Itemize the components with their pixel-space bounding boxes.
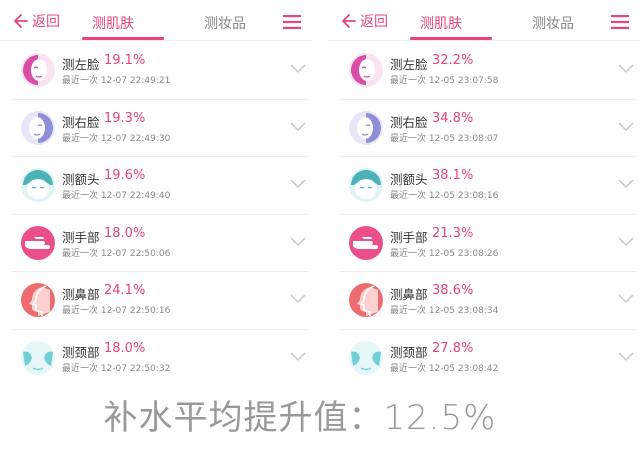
item-title: 测左脸: [390, 57, 428, 72]
right-face-icon: [349, 110, 383, 145]
item-percent: 32.2%: [432, 53, 474, 68]
list-item-hand[interactable]: 测手部 21.3% 最近一次 12-05 23:08:26: [340, 215, 636, 272]
tab-skin-test[interactable]: 测肌肤: [92, 13, 134, 33]
hand-icon: [349, 225, 383, 260]
item-timestamp: 最近一次 12-07 22:50:16: [62, 306, 171, 316]
nose-icon: [21, 283, 55, 317]
left-face-icon: [349, 53, 383, 87]
neck-icon: [21, 340, 55, 375]
item-timestamp: 最近一次 12-05 23:07:58: [390, 76, 499, 86]
hydration-summary-caption: 补水平均提升值：12.5%: [103, 398, 497, 438]
left-face-icon: [21, 53, 55, 87]
item-title: 测颈部: [62, 344, 100, 360]
tab-skin-test[interactable]: 测肌肤: [420, 13, 462, 33]
item-percent: 24.1%: [104, 283, 146, 298]
list-item-right-face[interactable]: 测右脸 19.3% 最近一次 12-07 22:49:30: [12, 100, 308, 157]
chevron-down-icon[interactable]: [290, 294, 306, 304]
item-timestamp: 最近一次 12-05 23:08:42: [390, 363, 499, 374]
item-timestamp: 最近一次 12-07 22:49:30: [62, 133, 171, 144]
item-title: 测左脸: [62, 57, 100, 72]
back-arrow-icon: [342, 14, 356, 28]
menu-icon[interactable]: [283, 15, 301, 29]
chevron-down-icon[interactable]: [290, 351, 306, 362]
item-timestamp: 最近一次 12-07 22:49:21: [62, 76, 171, 86]
item-timestamp: 最近一次 12-05 23:08:07: [390, 133, 499, 144]
panel-right: 返回 测肌肤 测妆品 测左脸 32.2% 最近一次 12-05 23:07:58…: [328, 0, 640, 380]
list-item-right-face[interactable]: 测右脸 34.8% 最近一次 12-05 23:08:07: [340, 100, 636, 157]
item-timestamp: 最近一次 12-07 22:49:40: [62, 191, 171, 201]
item-percent: 21.3%: [432, 225, 474, 241]
list-item-forehead[interactable]: 测额头 38.1% 最近一次 12-05 23:08:16: [340, 157, 636, 215]
item-percent: 27.8%: [432, 340, 474, 356]
item-title: 测手部: [62, 229, 100, 245]
chevron-down-icon[interactable]: [290, 121, 306, 132]
chevron-down-icon[interactable]: [618, 179, 634, 189]
hand-icon: [21, 225, 55, 260]
chevron-down-icon[interactable]: [618, 351, 634, 362]
item-percent: 18.0%: [104, 340, 146, 356]
item-title: 测颈部: [390, 344, 428, 360]
list-item-left-face[interactable]: 测左脸 19.1% 最近一次 12-07 22:49:21: [12, 42, 308, 100]
item-timestamp: 最近一次 12-05 23:08:26: [390, 248, 499, 259]
measure-list: 测左脸 32.2% 最近一次 12-05 23:07:58 测右脸 34.8% …: [340, 42, 636, 387]
list-item-left-face[interactable]: 测左脸 32.2% 最近一次 12-05 23:07:58: [340, 42, 636, 100]
list-item-nose[interactable]: 测鼻部 24.1% 最近一次 12-07 22:50:16: [12, 272, 308, 330]
chevron-down-icon[interactable]: [618, 236, 634, 247]
list-item-neck[interactable]: 测颈部 18.0% 最近一次 12-07 22:50:32: [12, 330, 308, 388]
item-title: 测额头: [390, 172, 428, 187]
item-percent: 38.1%: [432, 168, 474, 183]
item-percent: 19.3%: [104, 110, 146, 126]
list-item-nose[interactable]: 测鼻部 38.6% 最近一次 12-05 23:08:34: [340, 272, 636, 330]
item-title: 测右脸: [62, 114, 100, 130]
list-item-neck[interactable]: 测颈部 27.8% 最近一次 12-05 23:08:42: [340, 330, 636, 388]
back-label: 返回: [360, 14, 388, 30]
list-item-hand[interactable]: 测手部 18.0% 最近一次 12-07 22:50:06: [12, 215, 308, 272]
item-percent: 18.0%: [104, 225, 146, 241]
right-face-icon: [21, 110, 55, 145]
item-title: 测鼻部: [62, 287, 100, 302]
item-percent: 38.6%: [432, 283, 474, 298]
tab-active-underline: [410, 37, 492, 40]
back-button[interactable]: 返回: [14, 11, 60, 31]
nose-icon: [349, 283, 383, 317]
chevron-down-icon[interactable]: [618, 121, 634, 132]
item-timestamp: 最近一次 12-05 23:08:16: [390, 191, 499, 201]
back-label: 返回: [32, 14, 60, 30]
chevron-down-icon[interactable]: [618, 294, 634, 304]
chevron-down-icon[interactable]: [290, 236, 306, 247]
item-timestamp: 最近一次 12-05 23:08:34: [390, 306, 499, 316]
item-title: 测手部: [390, 229, 428, 245]
list-item-forehead[interactable]: 测额头 19.6% 最近一次 12-07 22:49:40: [12, 157, 308, 215]
back-button[interactable]: 返回: [342, 11, 388, 31]
item-timestamp: 最近一次 12-07 22:50:32: [62, 363, 171, 374]
measure-list: 测左脸 19.1% 最近一次 12-07 22:49:21 测右脸 19.3% …: [12, 42, 308, 387]
chevron-down-icon[interactable]: [290, 179, 306, 189]
item-title: 测额头: [62, 172, 100, 187]
back-arrow-icon: [14, 14, 28, 28]
menu-icon[interactable]: [611, 15, 629, 29]
item-timestamp: 最近一次 12-07 22:50:06: [62, 248, 171, 259]
top-bar: 返回 测肌肤 测妆品: [0, 0, 312, 41]
item-percent: 19.6%: [104, 168, 146, 183]
chevron-down-icon[interactable]: [618, 64, 634, 74]
item-percent: 19.1%: [104, 53, 146, 68]
panel-left: 返回 测肌肤 测妆品 测左脸 19.1% 最近一次 12-07 22:49:21…: [0, 0, 312, 380]
item-percent: 34.8%: [432, 110, 474, 126]
forehead-icon: [21, 168, 55, 202]
top-bar: 返回 测肌肤 测妆品: [328, 0, 640, 41]
item-title: 测鼻部: [390, 287, 428, 302]
tab-cosmetic-test[interactable]: 测妆品: [204, 13, 246, 33]
tab-cosmetic-test[interactable]: 测妆品: [532, 13, 574, 33]
neck-icon: [349, 340, 383, 375]
tab-active-underline: [82, 37, 164, 40]
item-title: 测右脸: [390, 114, 428, 130]
forehead-icon: [349, 168, 383, 202]
chevron-down-icon[interactable]: [290, 64, 306, 74]
